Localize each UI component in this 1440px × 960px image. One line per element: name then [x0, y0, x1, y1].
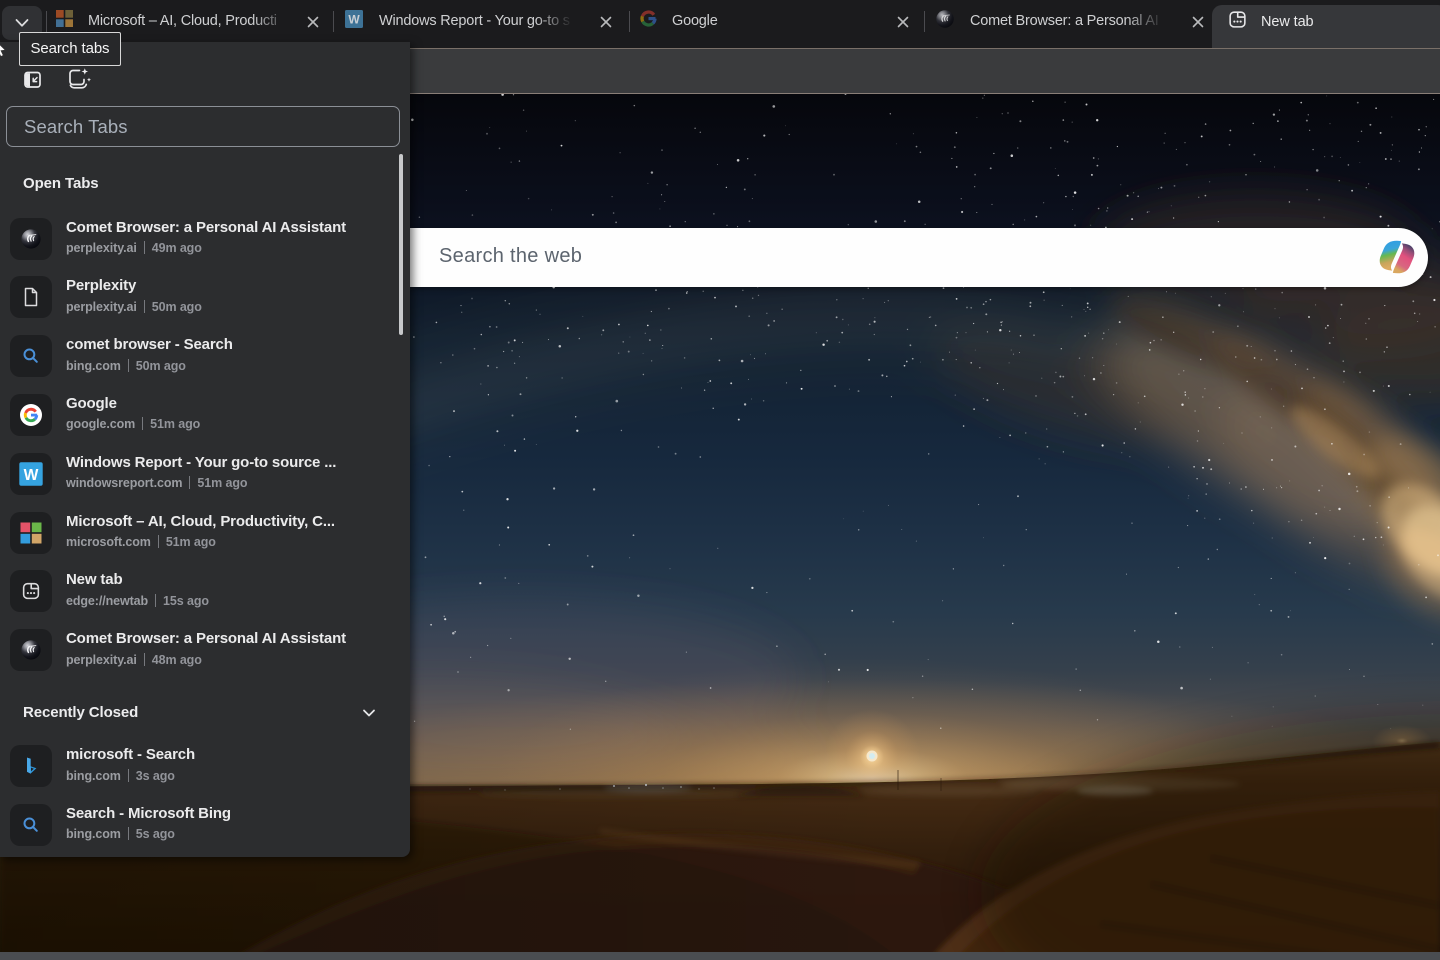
svg-text:W: W	[24, 467, 39, 484]
svg-text:W: W	[348, 12, 360, 26]
